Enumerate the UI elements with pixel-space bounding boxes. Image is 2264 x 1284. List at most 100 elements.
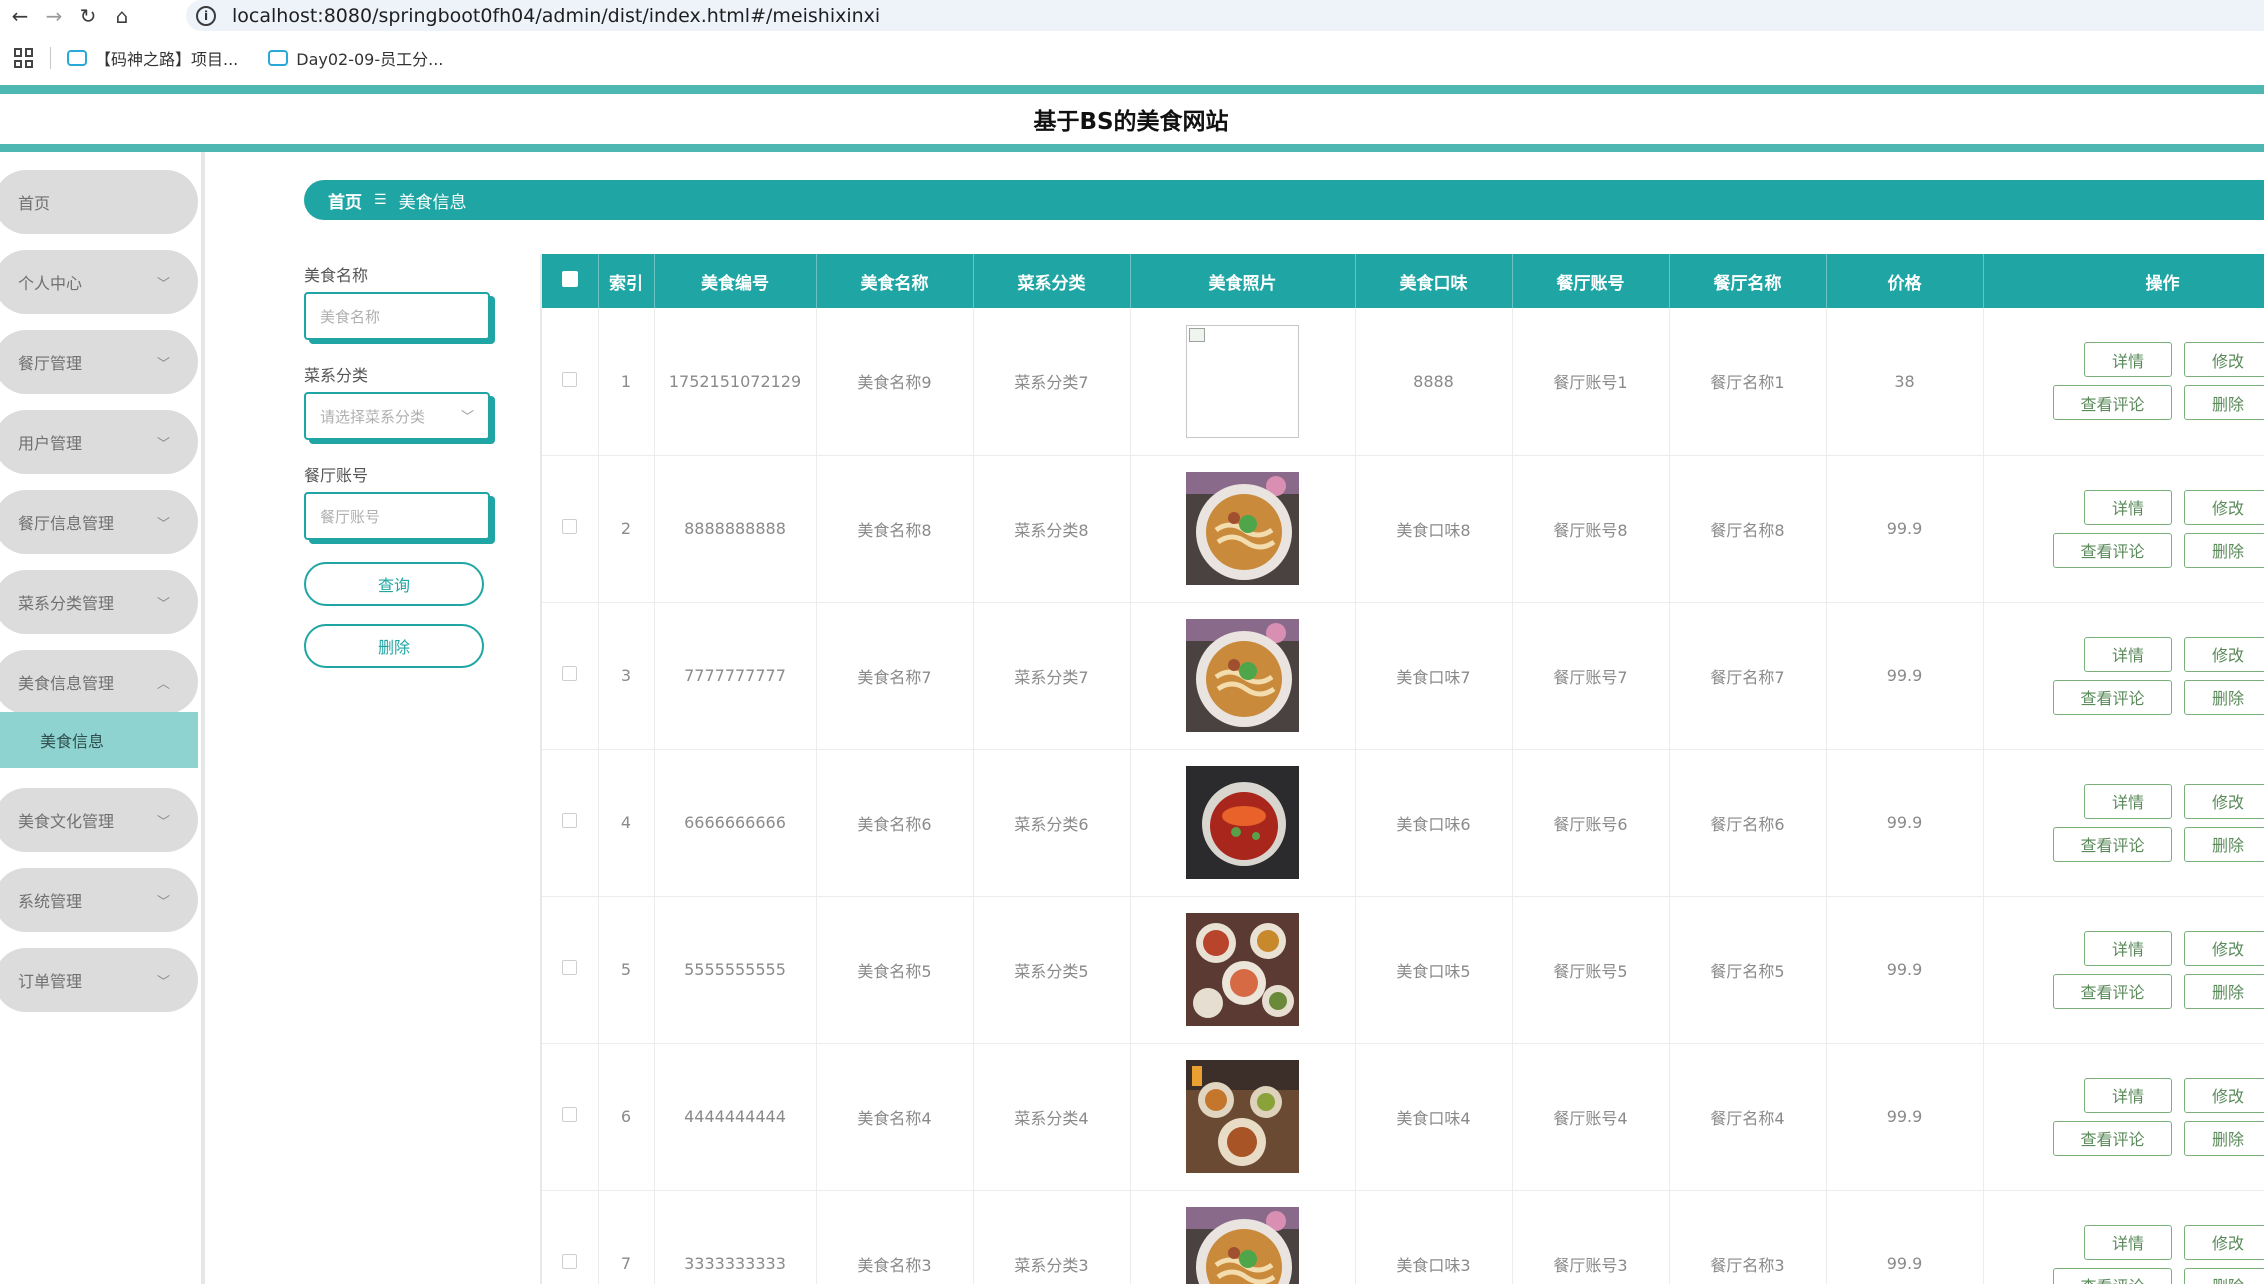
- column-header[interactable]: 美食口味: [1355, 254, 1513, 308]
- view-reviews-button[interactable]: 查看评论: [2053, 532, 2172, 568]
- row-checkbox[interactable]: [562, 1254, 578, 1269]
- sidebar-item-restaurant[interactable]: 餐厅管理 ﹀: [0, 330, 198, 394]
- food-name-cell: 美食名称7: [816, 602, 974, 750]
- chevron-down-icon: ﹀: [156, 974, 170, 990]
- bookmark-item[interactable]: Day02-09-员工分...: [268, 46, 443, 70]
- delete-button[interactable]: 删除: [2184, 1267, 2264, 1284]
- sidebar-subitem-food-info[interactable]: 美食信息: [0, 712, 198, 768]
- delete-button[interactable]: 删除: [2184, 826, 2264, 862]
- dishes-table-photo: [1186, 913, 1299, 1026]
- sidebar-item-label: 菜系分类管理: [18, 594, 115, 613]
- food-name-input[interactable]: 美食名称: [304, 292, 490, 340]
- sidebar-item-orders[interactable]: 订单管理 ﹀: [0, 948, 198, 1012]
- edit-button[interactable]: 修改: [2184, 783, 2264, 819]
- column-header[interactable]: 美食名称: [816, 254, 974, 308]
- detail-button[interactable]: 详情: [2084, 783, 2172, 819]
- detail-button[interactable]: 详情: [2084, 489, 2172, 525]
- back-icon[interactable]: ←: [6, 2, 34, 30]
- category-placeholder: 请选择菜系分类: [320, 407, 426, 426]
- edit-button[interactable]: 修改: [2184, 342, 2264, 378]
- sidebar-item-food-info[interactable]: 美食信息管理 ︿: [0, 650, 198, 714]
- query-button[interactable]: 查询: [304, 562, 484, 606]
- chevron-down-icon: ﹀: [156, 516, 170, 532]
- sidebar-item-restaurant-info[interactable]: 餐厅信息管理 ﹀: [0, 490, 198, 554]
- row-checkbox[interactable]: [562, 371, 578, 387]
- site-info-icon[interactable]: i: [196, 5, 216, 26]
- home-icon[interactable]: ⌂: [108, 2, 136, 30]
- column-header[interactable]: 菜系分类: [973, 254, 1131, 308]
- price-cell: 99.9: [1826, 602, 1984, 750]
- edit-button[interactable]: 修改: [2184, 1077, 2264, 1113]
- detail-button[interactable]: 详情: [2084, 930, 2172, 966]
- sidebar-item-profile[interactable]: 个人中心 ﹀: [0, 250, 198, 314]
- column-header[interactable]: 餐厅名称: [1669, 254, 1827, 308]
- actions-cell: 详情 修改 查看评论 删除: [1983, 896, 2264, 1044]
- detail-button[interactable]: 详情: [2084, 1224, 2172, 1260]
- delete-button[interactable]: 删除: [2184, 1120, 2264, 1156]
- column-header[interactable]: 美食编号: [654, 254, 817, 308]
- noodle-soup-photo: [1186, 472, 1299, 585]
- photo-cell: [1130, 896, 1356, 1044]
- delete-button[interactable]: 删除: [2184, 532, 2264, 568]
- edit-button[interactable]: 修改: [2184, 930, 2264, 966]
- row-checkbox[interactable]: [562, 519, 578, 534]
- account-input[interactable]: 餐厅账号: [304, 492, 490, 540]
- restaurant-cell: 餐厅名称7: [1669, 602, 1827, 750]
- broken-image-icon: [1186, 324, 1299, 438]
- column-header[interactable]: 餐厅账号: [1512, 254, 1670, 308]
- category-cell: 菜系分类3: [973, 1190, 1131, 1284]
- account-cell: 餐厅账号8: [1512, 455, 1670, 603]
- sidebar-item-system[interactable]: 系统管理 ﹀: [0, 868, 198, 932]
- breadcrumb-home[interactable]: 首页: [328, 188, 362, 213]
- row-checkbox[interactable]: [562, 1107, 578, 1122]
- column-header[interactable]: 价格: [1826, 254, 1984, 308]
- address-bar[interactable]: i localhost:8080/springboot0fh04/admin/d…: [186, 0, 2264, 31]
- delete-button[interactable]: 删除: [2184, 973, 2264, 1009]
- bookmark-label: 【码神之路】项目...: [95, 50, 239, 69]
- chevron-down-icon: ﹀: [156, 356, 170, 372]
- view-reviews-button[interactable]: 查看评论: [2053, 973, 2172, 1009]
- price-cell: 99.9: [1826, 1043, 1984, 1191]
- category-select[interactable]: 请选择菜系分类 ﹀: [304, 392, 490, 440]
- select-all-cell: [542, 254, 599, 308]
- select-all-checkbox[interactable]: [561, 270, 578, 287]
- sidebar-item-users[interactable]: 用户管理 ﹀: [0, 410, 198, 474]
- edit-button[interactable]: 修改: [2184, 1224, 2264, 1260]
- table-row: 2 8888888888 美食名称8 菜系分类8 美食口味8 餐厅账号8 餐厅名称8 99.…: [542, 455, 2264, 603]
- apps-grid-icon[interactable]: [14, 48, 34, 68]
- category-cell: 菜系分类7: [973, 308, 1131, 456]
- batch-delete-button[interactable]: 删除: [304, 624, 484, 668]
- forward-icon[interactable]: →: [40, 2, 68, 30]
- view-reviews-button[interactable]: 查看评论: [2053, 1120, 2172, 1156]
- view-reviews-button[interactable]: 查看评论: [2053, 826, 2172, 862]
- noodle-soup-photo: [1186, 619, 1299, 732]
- detail-button[interactable]: 详情: [2084, 636, 2172, 672]
- delete-button[interactable]: 删除: [2184, 385, 2264, 421]
- bilibili-icon: [67, 50, 87, 66]
- view-reviews-button[interactable]: 查看评论: [2053, 385, 2172, 421]
- sidebar-item-home[interactable]: 首页: [0, 170, 198, 234]
- account-cell: 餐厅账号4: [1512, 1043, 1670, 1191]
- row-checkbox[interactable]: [562, 813, 578, 828]
- detail-button[interactable]: 详情: [2084, 1077, 2172, 1113]
- delete-button[interactable]: 删除: [2184, 679, 2264, 715]
- edit-button[interactable]: 修改: [2184, 489, 2264, 525]
- food-code-cell: 3333333333: [654, 1190, 817, 1284]
- row-checkbox[interactable]: [562, 666, 578, 681]
- photo-cell: [1130, 1043, 1356, 1191]
- taste-cell: 美食口味5: [1355, 896, 1513, 1044]
- row-checkbox[interactable]: [562, 960, 578, 975]
- edit-button[interactable]: 修改: [2184, 636, 2264, 672]
- sidebar-item-cuisine-category[interactable]: 菜系分类管理 ﹀: [0, 570, 198, 634]
- reload-icon[interactable]: ↻: [74, 2, 102, 30]
- view-reviews-button[interactable]: 查看评论: [2053, 679, 2172, 715]
- view-reviews-button[interactable]: 查看评论: [2053, 1267, 2172, 1284]
- category-cell: 菜系分类4: [973, 1043, 1131, 1191]
- detail-button[interactable]: 详情: [2084, 342, 2172, 378]
- bookmark-item[interactable]: 【码神之路】项目...: [67, 46, 238, 70]
- header-accent-line: [0, 85, 2264, 94]
- table-header-row: 索引 美食编号 美食名称 菜系分类 美食照片 美食口味 餐厅账号 餐厅名称 价格…: [542, 254, 2264, 308]
- taste-cell: 美食口味7: [1355, 602, 1513, 750]
- food-name-cell: 美食名称6: [816, 749, 974, 897]
- sidebar-item-food-culture[interactable]: 美食文化管理 ﹀: [0, 788, 198, 852]
